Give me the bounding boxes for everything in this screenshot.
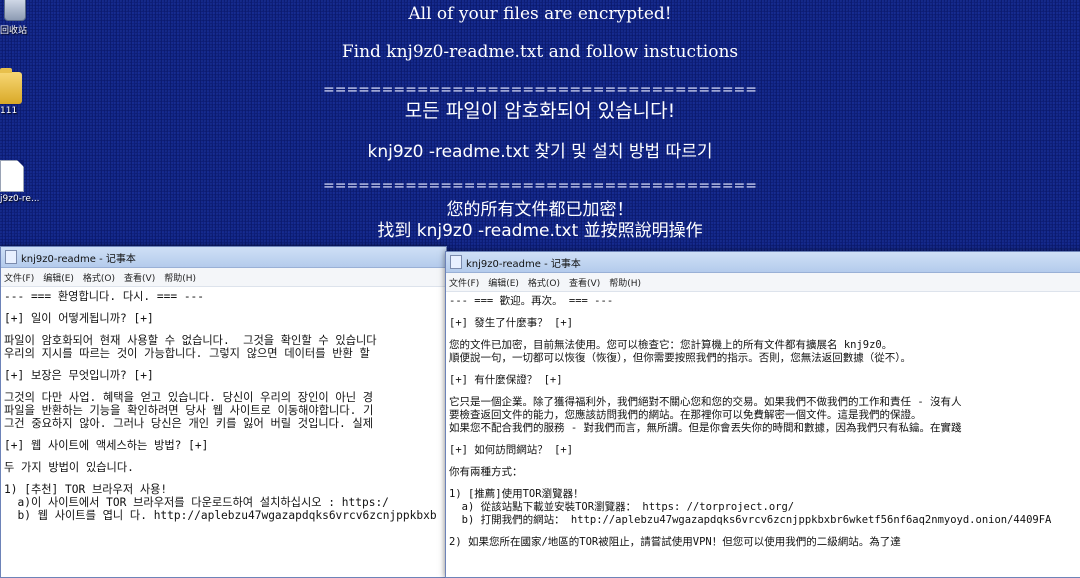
text-line: 2) 如果您所在國家/地區的TOR被阻止，請嘗試使用VPN！但您可以使用我們的二… — [449, 536, 901, 548]
menu-file[interactable]: 文件(F) — [4, 271, 34, 284]
menu-help[interactable]: 帮助(H) — [609, 276, 641, 289]
text-line: [+] 有什麼保證？ [+] — [449, 374, 563, 386]
desktop-icon-label: j9z0-re... — [0, 194, 40, 204]
text-line: 它只是一個企業。除了獲得福利外，我們絕對不關心您和您的交易。如果我們不做我們的工… — [449, 396, 962, 408]
wallpaper-instruction: Find knj9z0-readme.txt and follow instuc… — [341, 42, 739, 62]
menu-bar: 文件(F) 编辑(E) 格式(O) 查看(V) 帮助(H) — [446, 273, 1080, 292]
desktop-icon-recycle-bin[interactable]: 回收站 — [0, 0, 40, 36]
wallpaper-separator: ===================================== — [322, 178, 758, 194]
desktop-icon-label: 回收站 — [0, 26, 28, 36]
recycle-bin-icon — [4, 0, 26, 21]
window-title: knj9z0-readme - 记事本 — [466, 258, 581, 270]
text-line: a)이 사이트에서 TOR 브라우저를 다운로드하여 설치하십시오 : http… — [4, 496, 389, 509]
text-line: [+] 보장은 무엇입니까? [+] — [4, 369, 154, 382]
text-line: 要檢查返回文件的能力，您應該訪問我們的網站。在那裡你可以免費解密一個文件。這是我… — [449, 409, 922, 421]
menu-edit[interactable]: 编辑(E) — [43, 271, 74, 284]
wallpaper-encrypted-notice: All of your files are encrypted! — [408, 4, 672, 24]
menu-format[interactable]: 格式(O) — [528, 276, 560, 289]
menu-view[interactable]: 查看(V) — [569, 276, 600, 289]
text-line: 그것의 다만 사업. 혜택을 얻고 있습니다. 당신이 우리의 장인이 아닌 경 — [4, 391, 374, 404]
text-line: 우리의 지시를 따르는 것이 가능합니다. 그렇지 않으면 데이터를 반환 할 — [4, 347, 370, 360]
text-line: [+] 웹 사이트에 액세스하는 방법? [+] — [4, 439, 209, 452]
text-line: 파일을 반환하는 기능을 확인하려면 당사 웹 사이트로 이동해야합니다. 기 — [4, 404, 374, 417]
wallpaper-korean-notice: 모든 파일이 암호화되어 있습니다! — [404, 100, 676, 122]
text-line: 파일이 암호화되어 현재 사용할 수 없습니다. 그것을 확인할 수 있습니다 — [4, 334, 377, 347]
menu-format[interactable]: 格式(O) — [83, 271, 115, 284]
desktop-icon-label: 111 — [0, 106, 18, 116]
text-line: a) 從該站點下載並安裝TOR瀏覽器： https: //torproject.… — [449, 501, 795, 513]
menu-edit[interactable]: 编辑(E) — [488, 276, 519, 289]
window-titlebar[interactable]: knj9z0-readme - 记事本 — [1, 247, 446, 268]
text-line: 1) [推薦]使用TOR瀏覽器！ — [449, 488, 584, 500]
text-line: --- === 환영합니다. 다시. === --- — [4, 290, 205, 303]
text-line: 두 가지 방법이 있습니다. — [4, 461, 134, 474]
text-line: b) 打開我們的網站： http://aplebzu47wgazapdqks6v… — [449, 514, 1052, 526]
notepad-window-korean[interactable]: knj9z0-readme - 记事本 文件(F) 编辑(E) 格式(O) 查看… — [0, 246, 447, 578]
wallpaper-chinese-instruction: 找到 knj9z0 -readme.txt 並按照說明操作 — [377, 221, 703, 241]
menu-bar: 文件(F) 编辑(E) 格式(O) 查看(V) 帮助(H) — [1, 268, 446, 287]
notepad-icon — [5, 250, 17, 264]
text-line: 順便說一句，一切都可以恢復（恢復），但你需要按照我們的指示。否則，您無法返回數據… — [449, 352, 911, 364]
text-line: 您的文件已加密，目前無法使用。您可以檢查它：您計算機上的所有文件都有擴展名 kn… — [449, 339, 893, 351]
desktop-icon-folder[interactable]: 111 — [0, 68, 40, 116]
menu-view[interactable]: 查看(V) — [124, 271, 155, 284]
text-line: 그건 중요하지 않아. 그러나 당신은 개인 키를 잃어 버릴 것입니다. 실제 — [4, 417, 374, 430]
notepad-icon — [450, 255, 462, 269]
text-line: 1) [추천] TOR 브라우저 사용! — [4, 483, 168, 496]
wallpaper-korean-instruction: knj9z0 -readme.txt 찾기 및 설치 방법 따르기 — [367, 142, 713, 162]
text-line: 你有兩種方式： — [449, 466, 523, 478]
text-line: [+] 如何訪問網站？ [+] — [449, 444, 574, 456]
folder-icon — [0, 68, 22, 104]
text-line: 如果您不配合我們的服務 - 對我們而言，無所謂。但是你會丟失你的時間和數據，因為… — [449, 422, 962, 434]
text-line: [+] 일이 어떻게됩니까? [+] — [4, 312, 154, 325]
menu-help[interactable]: 帮助(H) — [164, 271, 196, 284]
text-editor-area[interactable]: --- === 歡迎。再次。 === --- [+] 發生了什麼事？ [+] 您的文… — [446, 292, 1080, 552]
text-line: --- === 歡迎。再次。 === --- — [449, 295, 614, 307]
text-line: [+] 發生了什麼事？ [+] — [449, 317, 574, 329]
notepad-window-chinese[interactable]: knj9z0-readme - 记事本 文件(F) 编辑(E) 格式(O) 查看… — [445, 251, 1080, 578]
text-line: b) 웹 사이트를 엽니 다. http://aplebzu47wgazapdq… — [4, 509, 437, 522]
window-titlebar[interactable]: knj9z0-readme - 记事本 — [446, 252, 1080, 273]
desktop-icon-readme-file[interactable]: j9z0-re... — [0, 160, 40, 204]
text-editor-area[interactable]: --- === 환영합니다. 다시. === --- [+] 일이 어떻게됩니까?… — [1, 287, 446, 525]
window-title: knj9z0-readme - 记事本 — [21, 253, 136, 265]
text-file-icon — [0, 160, 24, 192]
menu-file[interactable]: 文件(F) — [449, 276, 479, 289]
